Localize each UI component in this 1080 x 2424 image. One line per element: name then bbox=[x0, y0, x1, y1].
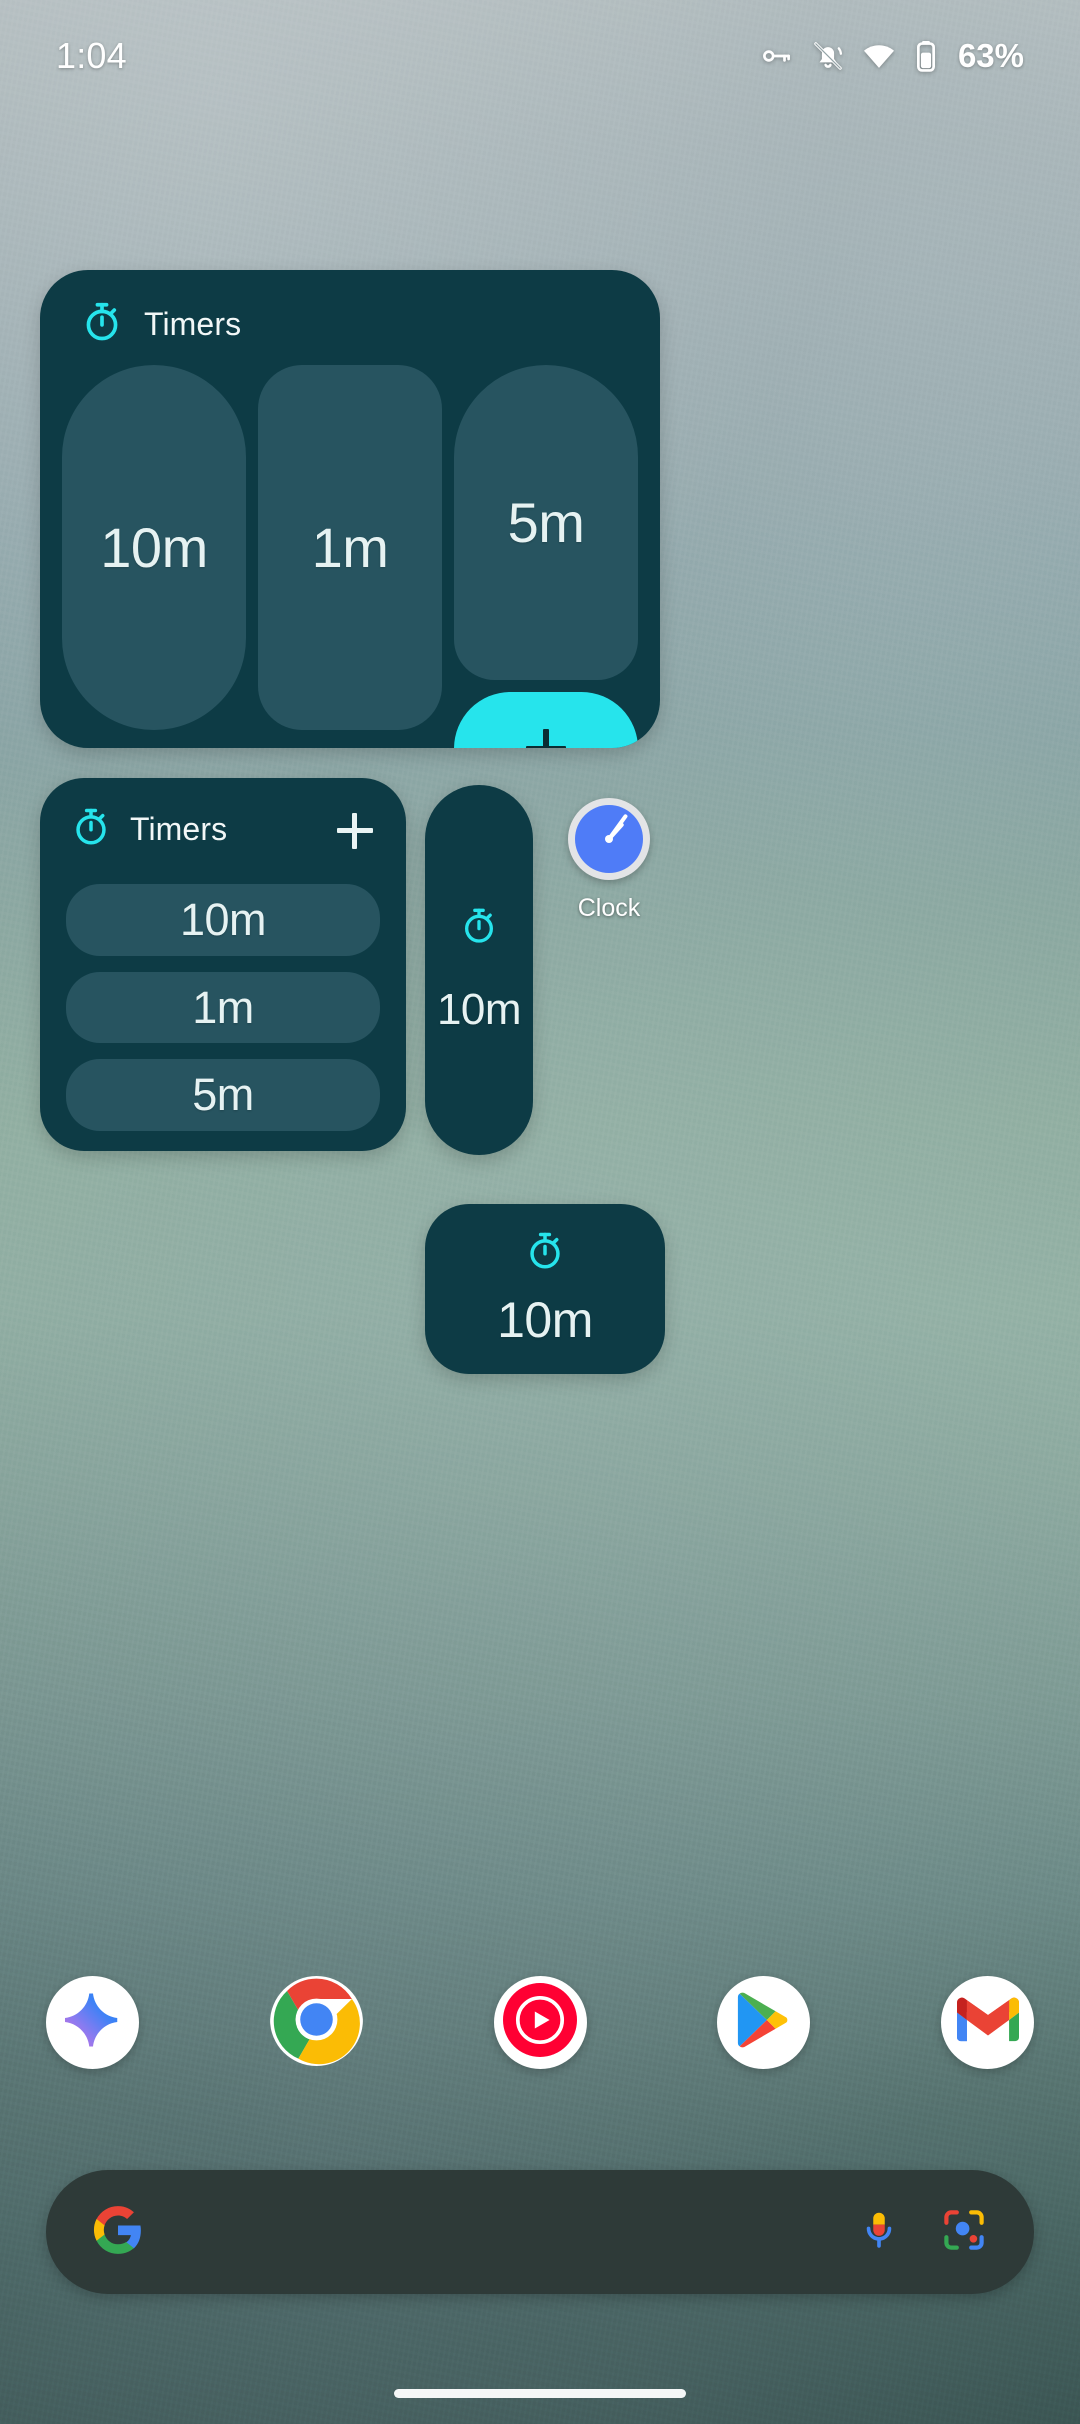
gemini-sparkle-icon bbox=[63, 1990, 123, 2055]
list-item[interactable]: 5m bbox=[66, 1059, 380, 1132]
battery-icon bbox=[913, 39, 939, 73]
plus-icon bbox=[526, 728, 566, 748]
stopwatch-icon bbox=[80, 300, 124, 349]
app-label-clock: Clock bbox=[577, 894, 641, 922]
widget-timers-large-column-1: 10m bbox=[62, 365, 246, 730]
stopwatch-icon bbox=[70, 806, 112, 853]
timer-row-label: 5m bbox=[192, 1069, 254, 1121]
youtube-music-icon bbox=[503, 1982, 577, 2062]
widget-timers-large-grid: 10m 1m 5m bbox=[62, 365, 638, 748]
timer-row-label: 10m bbox=[179, 893, 267, 945]
ringer-vibrate-off-icon bbox=[811, 39, 845, 73]
widget-timers-list-header: Timers bbox=[70, 806, 227, 853]
add-timer-button[interactable] bbox=[332, 808, 378, 854]
chrome-icon bbox=[269, 1975, 363, 2069]
app-icon-youtube-music[interactable] bbox=[493, 1975, 587, 2069]
app-icon-play-store[interactable] bbox=[717, 1975, 811, 2069]
timer-value-label: 10m bbox=[497, 1291, 593, 1348]
widget-timer-narrow[interactable]: 10m bbox=[425, 785, 533, 1155]
stopwatch-icon bbox=[459, 906, 499, 951]
navigation-home-pill[interactable] bbox=[394, 2389, 686, 2398]
search-input[interactable] bbox=[144, 2170, 856, 2294]
widget-timers-large-title: Timers bbox=[144, 306, 242, 342]
timer-value-label: 10m bbox=[436, 984, 522, 1034]
gmail-icon bbox=[956, 1996, 1019, 2049]
app-icon-gemini[interactable] bbox=[46, 1975, 139, 2069]
add-timer-button[interactable] bbox=[454, 692, 638, 748]
google-lens-icon[interactable] bbox=[940, 2206, 988, 2259]
wifi-icon bbox=[862, 39, 896, 73]
google-search-bar[interactable] bbox=[46, 2170, 1034, 2294]
microphone-icon[interactable] bbox=[856, 2207, 902, 2258]
widget-timers-large-column-3: 5m bbox=[454, 365, 638, 748]
timer-chip-label: 5m bbox=[507, 491, 585, 554]
app-icon-clock[interactable]: Clock bbox=[568, 798, 650, 923]
widget-timers-list[interactable]: Timers 10m 1m 5m bbox=[40, 778, 406, 1151]
search-actions bbox=[856, 2206, 988, 2259]
timer-chip-5m[interactable]: 5m bbox=[454, 365, 638, 680]
status-bar: 1:04 63% bbox=[0, 0, 1080, 112]
widget-timer-wide[interactable]: 10m bbox=[425, 1204, 665, 1374]
app-icon-chrome[interactable] bbox=[269, 1975, 363, 2069]
timer-chip-label: 10m bbox=[100, 516, 208, 579]
widget-timers-large-column-2: 1m bbox=[258, 365, 442, 730]
timer-chip-10m[interactable]: 10m bbox=[62, 365, 246, 730]
google-g-icon bbox=[92, 2204, 144, 2261]
app-icon-gmail[interactable] bbox=[941, 1975, 1034, 2069]
widget-timers-list-title: Timers bbox=[130, 811, 228, 847]
vpn-key-icon bbox=[760, 39, 794, 73]
battery-percent-label: 63% bbox=[957, 37, 1024, 74]
timer-row-label: 1m bbox=[192, 981, 254, 1033]
timer-chip-1m[interactable]: 1m bbox=[258, 365, 442, 730]
list-item[interactable]: 1m bbox=[66, 971, 380, 1044]
widget-timers-large-header: Timers bbox=[80, 300, 241, 349]
clock-icon bbox=[568, 798, 650, 880]
stopwatch-icon bbox=[524, 1230, 566, 1277]
widget-timers-list-rows: 10m 1m 5m bbox=[66, 884, 380, 1132]
widget-timers-large[interactable]: Timers 10m 1m 5m bbox=[40, 270, 660, 748]
plus-icon bbox=[337, 813, 373, 849]
play-store-icon bbox=[735, 1991, 793, 2054]
dock bbox=[0, 1950, 1080, 2094]
status-bar-clock: 1:04 bbox=[56, 35, 127, 76]
status-bar-icons: 63% bbox=[760, 37, 1024, 75]
list-item[interactable]: 10m bbox=[66, 884, 380, 956]
timer-chip-label: 1m bbox=[311, 516, 389, 579]
